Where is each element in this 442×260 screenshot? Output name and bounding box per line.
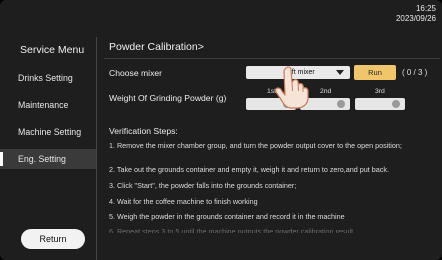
column-2nd: 2nd — [320, 88, 332, 95]
sidebar: Service Menu Drinks Setting Maintenance … — [0, 0, 96, 260]
step-item: 4. Wait for the coffee machine to finish… — [109, 197, 258, 206]
choose-mixer-label: Choose mixer — [109, 68, 163, 78]
step-item: 1. Remove the mixer chamber group, and t… — [109, 141, 402, 150]
run-button[interactable]: Run — [354, 65, 396, 80]
sidebar-item-eng-setting[interactable]: Eng. Setting — [0, 149, 96, 169]
weight-input-3rd[interactable] — [355, 98, 405, 110]
hand-pointer-icon — [275, 66, 309, 109]
step-item: 2. Take out the grounds container and em… — [109, 165, 389, 174]
sidebar-divider — [96, 37, 97, 260]
caret-down-icon — [336, 70, 344, 75]
sidebar-item-machine-setting[interactable]: Machine Setting — [0, 122, 96, 142]
page-title: Powder Calibration> — [109, 41, 204, 53]
main-panel: Powder Calibration> Choose mixer Left mi… — [100, 0, 442, 260]
column-3rd: 3rd — [375, 88, 385, 95]
title-divider — [104, 58, 440, 59]
clear-icon[interactable] — [392, 100, 400, 108]
step-item: 3. Click "Start", the powder falls into … — [109, 181, 297, 190]
run-count: ( 0 / 3 ) — [402, 68, 428, 77]
return-button[interactable]: Return — [21, 229, 85, 249]
step-item: 5. Weigh the powder in the grounds conta… — [109, 212, 345, 221]
screen: 16:25 2023/09/26 Service Menu Drinks Set… — [0, 0, 442, 260]
steps-title: Verification Steps: — [109, 126, 178, 136]
sidebar-title: Service Menu — [20, 44, 85, 56]
weight-label: Weight Of Grinding Powder (g) — [109, 93, 227, 103]
step-item: 6. Repeat steps 3 to 5 until the machine… — [109, 227, 354, 233]
sidebar-item-maintenance[interactable]: Maintenance — [0, 95, 96, 115]
clear-icon[interactable] — [337, 100, 345, 108]
sidebar-item-drinks-setting[interactable]: Drinks Setting — [0, 68, 96, 88]
